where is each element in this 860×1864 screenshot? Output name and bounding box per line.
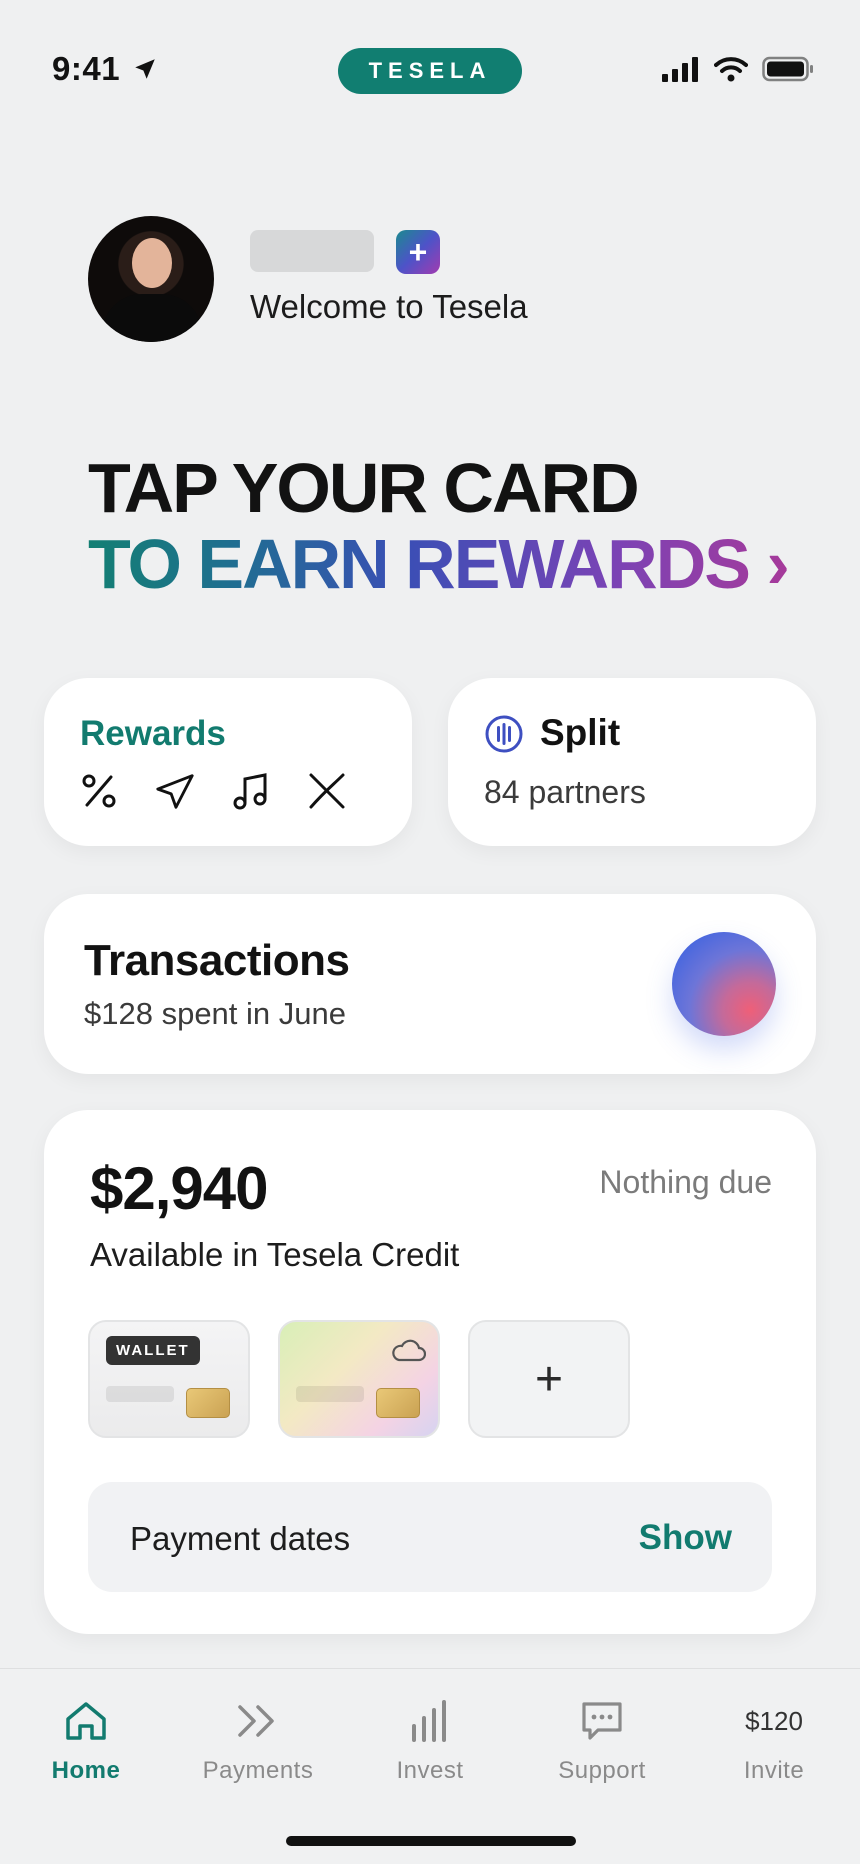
transactions-title: Transactions <box>84 936 350 985</box>
wallet-card-thumbnail[interactable]: WALLET <box>88 1320 250 1438</box>
card-number-placeholder <box>106 1386 174 1402</box>
percent-icon <box>78 770 120 812</box>
headline-line2: TO EARN REWARDS <box>88 525 749 603</box>
credit-amount: $2,940 <box>90 1155 269 1222</box>
cloud-icon <box>392 1339 426 1362</box>
chevron-right-icon: › <box>766 525 788 603</box>
crossed-lines-icon <box>306 770 348 812</box>
cloud-card-thumbnail[interactable] <box>278 1320 440 1438</box>
add-icon[interactable]: + <box>396 230 440 274</box>
show-button[interactable]: Show <box>639 1518 732 1558</box>
paper-plane-icon <box>154 770 196 812</box>
brand-pill: TESELA <box>338 48 522 94</box>
chat-bubble-icon <box>582 1702 622 1740</box>
location-arrow-icon <box>135 59 155 79</box>
rewards-card[interactable]: Rewards <box>44 678 412 846</box>
reward-icons <box>78 770 348 812</box>
tab-home[interactable]: Home <box>0 1693 172 1785</box>
signal-icon <box>662 57 698 82</box>
home-indicator[interactable] <box>286 1836 576 1846</box>
gradient-orb <box>672 932 776 1036</box>
welcome-text: Welcome to Tesela <box>250 288 528 325</box>
card-number-placeholder <box>296 1386 364 1402</box>
double-chevron-icon <box>238 1705 274 1737</box>
status-icons <box>660 56 814 82</box>
transactions-subtitle: $128 spent in June <box>84 996 346 1031</box>
time-text: 9:41 <box>52 50 121 87</box>
battery-icon <box>762 56 813 82</box>
available-credit-label: Available in Tesela Credit <box>90 1236 460 1273</box>
tab-invite[interactable]: $120 Invite <box>688 1693 860 1785</box>
tab-support[interactable]: Support <box>516 1693 688 1785</box>
status-time: 9:41 <box>52 50 158 88</box>
tab-label: Payments <box>202 1757 314 1784</box>
tab-label: Invite <box>743 1757 805 1784</box>
add-card-button[interactable]: + <box>468 1320 630 1438</box>
card-chip-icon <box>376 1388 420 1418</box>
wifi-icon <box>714 57 748 82</box>
bar-chart-icon <box>412 1700 446 1742</box>
headline-link[interactable]: TO EARN REWARDS › <box>88 524 788 604</box>
due-status: Nothing due <box>599 1164 772 1200</box>
wallet-tag: WALLET <box>106 1336 200 1365</box>
tab-invest[interactable]: Invest <box>344 1693 516 1785</box>
tab-bar: Home Payments Invest Support $120 Invite <box>0 1668 860 1864</box>
split-title: Split <box>540 712 621 753</box>
tab-label: Invest <box>396 1757 464 1784</box>
rewards-title: Rewards <box>80 714 226 753</box>
credit-card-panel: $2,940 Nothing due Available in Tesela C… <box>44 1110 816 1634</box>
card-chip-icon <box>186 1388 230 1418</box>
split-card[interactable]: Split 84 partners <box>448 678 816 846</box>
headline-line1: TAP YOUR CARD <box>88 449 640 527</box>
avatar[interactable] <box>88 216 214 342</box>
split-subtitle: 84 partners <box>484 774 646 810</box>
music-note-icon <box>230 770 272 812</box>
payment-dates-row[interactable]: Payment dates Show <box>88 1482 772 1592</box>
invite-amount: $120 <box>745 1705 803 1736</box>
tab-label: Support <box>558 1757 646 1784</box>
home-icon <box>66 1702 106 1740</box>
name-placeholder <box>250 230 374 272</box>
payment-dates-label: Payment dates <box>130 1520 351 1557</box>
split-icon <box>485 715 523 753</box>
tab-label: Home <box>51 1757 121 1784</box>
transactions-card[interactable]: Transactions $128 spent in June <box>44 894 816 1074</box>
tab-payments[interactable]: Payments <box>172 1693 344 1785</box>
